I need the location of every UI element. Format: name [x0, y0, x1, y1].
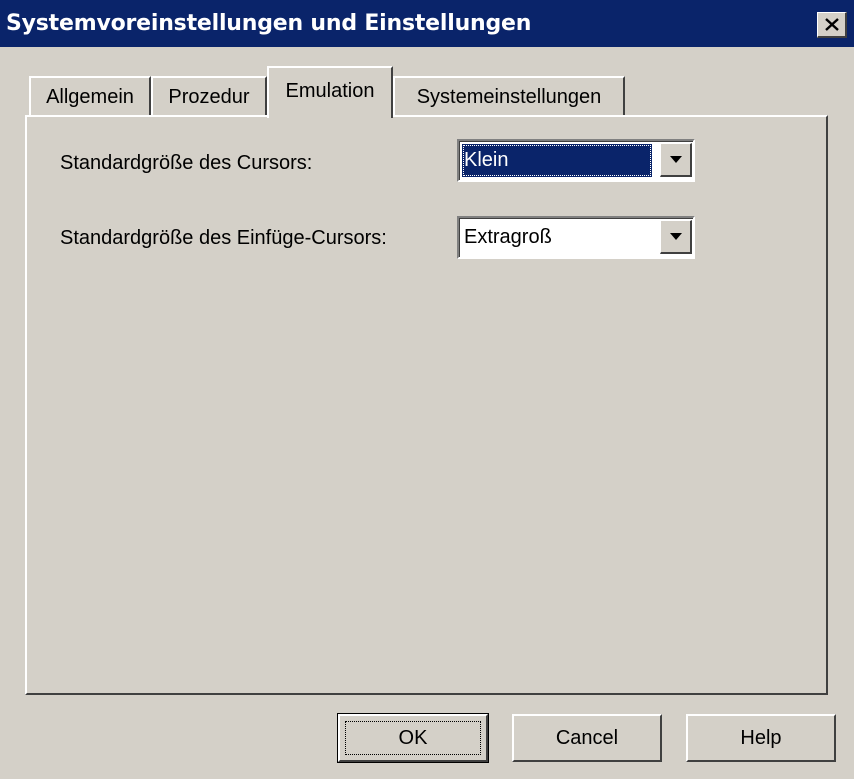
focus-rectangle	[345, 721, 481, 755]
tab-label: Allgemein	[46, 86, 134, 108]
chevron-down-icon	[670, 156, 682, 163]
window-title: Systemvoreinstellungen und Einstellungen	[6, 11, 532, 36]
help-button-label: Help	[740, 727, 782, 749]
cancel-button[interactable]: Cancel	[512, 714, 662, 762]
tab-systemeinstellungen[interactable]: Systemeinstellungen	[393, 76, 625, 116]
cancel-button-label: Cancel	[555, 727, 619, 749]
insert-cursor-size-dropdown[interactable]: Extragroß	[457, 216, 695, 259]
tab-prozedur[interactable]: Prozedur	[151, 76, 267, 116]
cursor-size-value: Klein	[462, 144, 652, 177]
tab-label: Emulation	[285, 80, 375, 102]
close-icon	[825, 18, 839, 31]
chevron-down-icon	[670, 233, 682, 240]
emulation-tab-panel: Standardgröße des Cursors: Klein Standar…	[25, 115, 828, 695]
insert-cursor-size-label: Standardgröße des Einfüge-Cursors:	[60, 227, 387, 249]
tab-label: Prozedur	[168, 86, 250, 108]
ok-button[interactable]: OK	[337, 713, 489, 763]
tab-allgemein[interactable]: Allgemein	[29, 76, 151, 116]
close-button[interactable]	[817, 12, 847, 38]
cursor-size-label: Standardgröße des Cursors:	[60, 152, 313, 174]
help-button[interactable]: Help	[686, 714, 836, 762]
cursor-size-dropdown-button[interactable]	[660, 143, 692, 177]
cursor-size-dropdown[interactable]: Klein	[457, 139, 695, 182]
tab-emulation[interactable]: Emulation	[267, 66, 393, 118]
system-preferences-dialog: Systemvoreinstellungen und Einstellungen…	[0, 0, 854, 779]
insert-cursor-size-dropdown-button[interactable]	[660, 220, 692, 254]
tab-label: Systemeinstellungen	[416, 86, 602, 108]
title-bar[interactable]: Systemvoreinstellungen und Einstellungen	[0, 0, 854, 47]
insert-cursor-size-value: Extragroß	[464, 226, 552, 248]
